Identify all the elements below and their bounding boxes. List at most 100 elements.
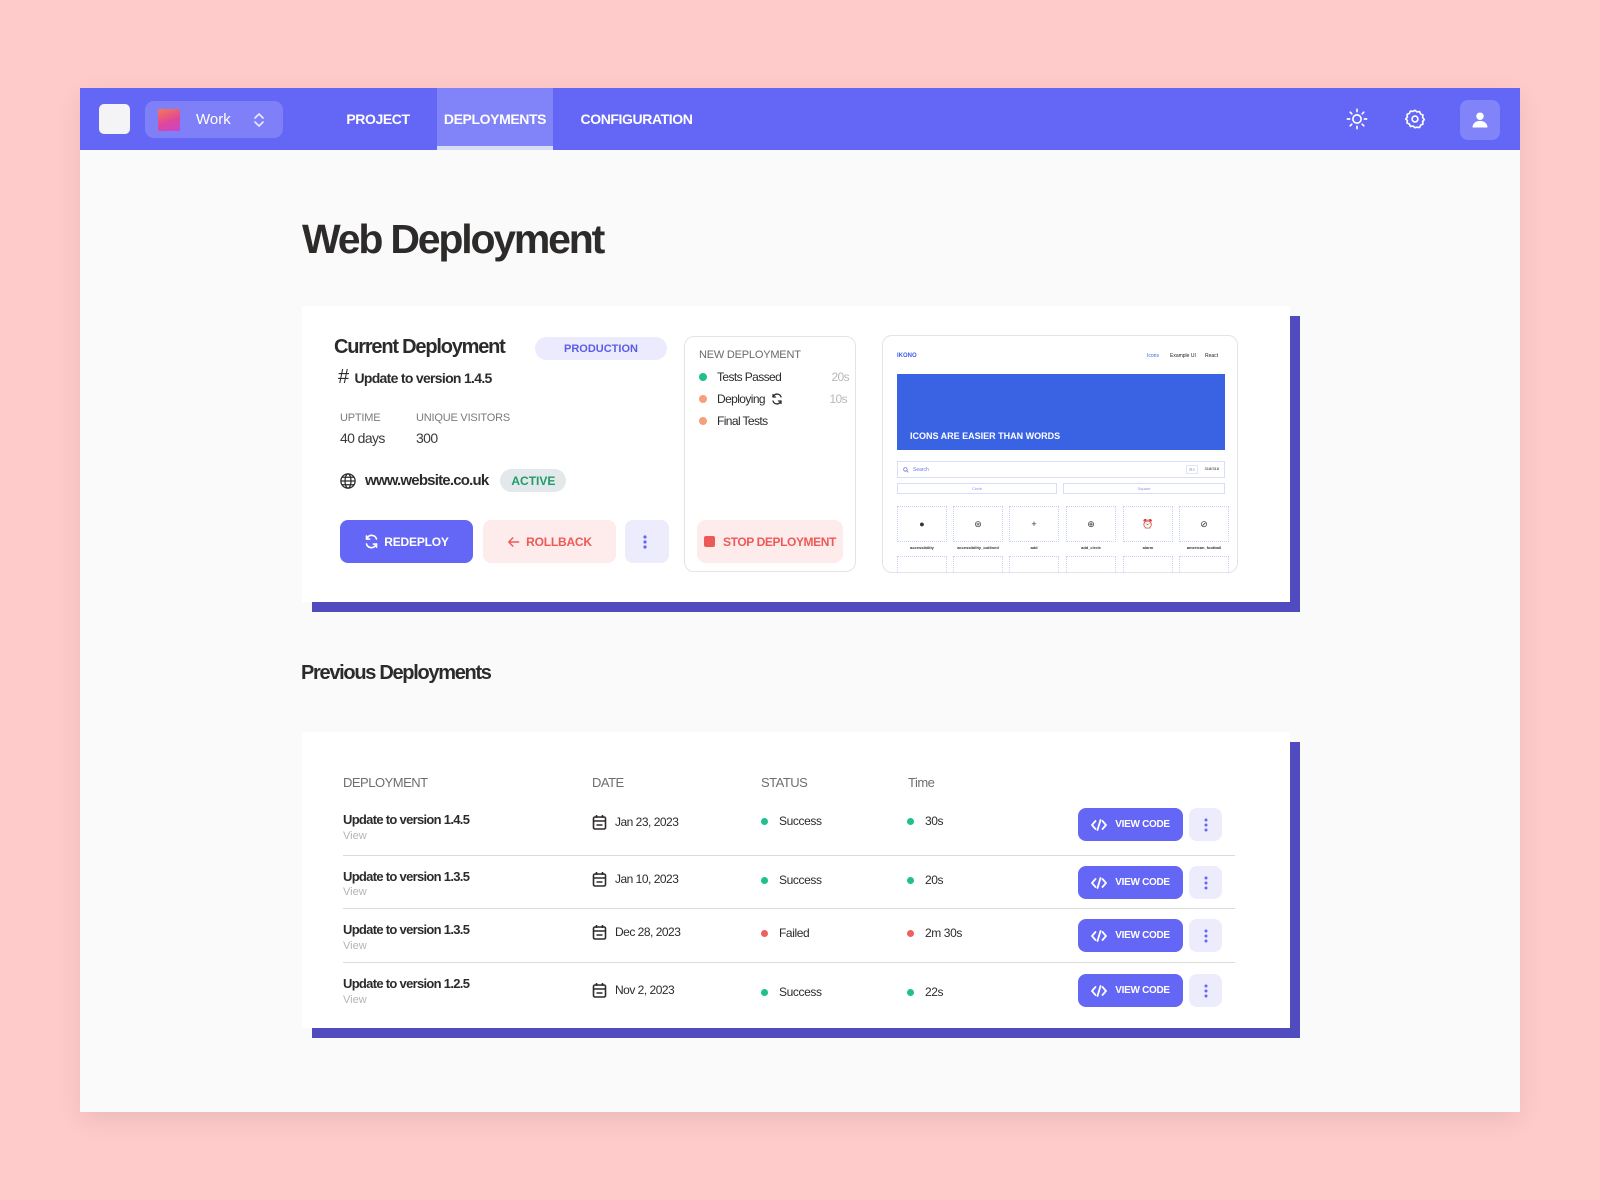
tab-configuration[interactable]: CONFIGURATION: [564, 88, 709, 150]
tab-deployments[interactable]: DEPLOYMENTS: [437, 88, 553, 150]
current-version-label: Update to version 1.4.5: [354, 369, 492, 386]
more-vertical-icon: [1204, 929, 1207, 942]
deployment-duration: 20s: [907, 873, 944, 887]
view-link[interactable]: View: [343, 940, 367, 952]
status-dot: [907, 817, 914, 825]
duration-text: 20s: [925, 873, 944, 887]
preview-count: 318/318: [1204, 466, 1219, 471]
more-vertical-icon: [1204, 818, 1207, 831]
deployment-name: Update to version 1.3.5: [343, 922, 470, 937]
row-more-button[interactable]: [1189, 974, 1222, 1007]
arrow-left-icon: [508, 536, 520, 547]
row-more-button[interactable]: [1189, 919, 1222, 952]
preview-icon-tile: [953, 556, 1003, 572]
preview-logo: IKONO: [897, 353, 917, 359]
status-dot: [907, 929, 914, 937]
preview-icon-tile: [897, 556, 947, 572]
tab-project[interactable]: PROJECT: [328, 88, 428, 150]
preview-icon-tile: ⊛: [953, 506, 1003, 542]
row-more-button[interactable]: [1189, 866, 1222, 899]
theme-toggle-button[interactable]: [1342, 104, 1372, 134]
redeploy-button[interactable]: REDEPLOY: [340, 520, 473, 563]
workspace-label: Work: [196, 111, 231, 128]
deployment-date: Nov 2, 2023: [592, 982, 675, 998]
view-code-label: VIEW CODE: [1115, 819, 1170, 830]
view-link[interactable]: View: [343, 830, 367, 842]
preview-icon-tile: ⊕: [1066, 506, 1116, 542]
calendar-icon: [592, 925, 607, 940]
search-icon: [903, 466, 909, 473]
view-code-button[interactable]: VIEW CODE: [1078, 919, 1183, 952]
redeploy-label: REDEPLOY: [384, 534, 449, 549]
deployment-name: Update to version 1.3.5: [343, 869, 470, 884]
preview-tile-label: add: [1030, 545, 1038, 550]
date-text: Dec 28, 2023: [615, 925, 681, 939]
more-vertical-icon: [1204, 876, 1207, 889]
site-row: www.website.co.uk ACTIVE: [339, 469, 567, 492]
top-navigation-bar: Work PROJECT DEPLOYMENTS CONFIGURATION: [80, 88, 1520, 150]
duration-text: 2m 30s: [925, 926, 962, 940]
calendar-icon: [592, 983, 607, 998]
preview-tile-label: add_circle: [1081, 545, 1101, 550]
deployment-name: Update to version 1.2.5: [343, 976, 470, 991]
site-url-link[interactable]: www.website.co.uk: [365, 472, 489, 489]
view-link[interactable]: View: [343, 886, 367, 898]
stop-deployment-button[interactable]: STOP DEPLOYMENT: [697, 520, 843, 563]
new-deployment-panel: NEW DEPLOYMENT Tests Passed 20s Deployin…: [684, 336, 856, 572]
status-text: Success: [779, 814, 822, 828]
preview-icon-tile: ⊘: [1179, 506, 1229, 542]
rollback-button[interactable]: ROLLBACK: [483, 520, 616, 563]
preview-search: Search ⌘K 318/318: [897, 461, 1225, 478]
preview-search-placeholder: Search: [913, 466, 929, 473]
preview-icon-tile: [1123, 556, 1173, 572]
calendar-icon: [592, 872, 607, 887]
column-header-deployment: DEPLOYMENT: [343, 775, 428, 790]
duration-text: 22s: [925, 985, 944, 999]
site-preview-thumbnail[interactable]: IKONO Icons Example UI React ICONS ARE E…: [882, 335, 1238, 573]
deployment-date: Jan 23, 2023: [592, 814, 679, 830]
step-status-dot: [699, 373, 707, 381]
row-more-button[interactable]: [1189, 808, 1222, 841]
preview-toggle: Circle: [897, 483, 1057, 494]
preview-icon-tile: +: [1009, 506, 1059, 542]
settings-button[interactable]: [1400, 104, 1430, 134]
status-dot: [761, 876, 768, 884]
page-title: Web Deployment: [302, 216, 605, 262]
user-avatar-button[interactable]: [1460, 100, 1500, 140]
view-code-label: VIEW CODE: [1115, 930, 1170, 941]
more-vertical-icon: [642, 534, 647, 549]
view-link[interactable]: View: [343, 994, 367, 1006]
table-row: Update to version 1.4.5 View Jan 23, 202…: [343, 800, 1235, 856]
preview-hero: ICONS ARE EASIER THAN WORDS: [897, 374, 1225, 450]
code-icon: [1091, 876, 1108, 889]
view-code-label: VIEW CODE: [1115, 877, 1170, 888]
workspace-switcher[interactable]: Work: [145, 101, 283, 138]
previous-deployments-table: DEPLOYMENT DATE STATUS Time Update to ve…: [302, 732, 1290, 1028]
current-version: # Update to version 1.4.5: [338, 366, 492, 389]
rollback-label: ROLLBACK: [526, 534, 592, 549]
more-vertical-icon: [1204, 984, 1207, 997]
view-code-button[interactable]: VIEW CODE: [1078, 974, 1183, 1007]
preview-icon-tile: [1009, 556, 1059, 572]
view-code-button[interactable]: VIEW CODE: [1078, 808, 1183, 841]
deployment-status: Success: [761, 814, 822, 828]
more-options-button[interactable]: [625, 520, 669, 563]
app-window: Work PROJECT DEPLOYMENTS CONFIGURATION W…: [80, 88, 1520, 1112]
deployment-date: Dec 28, 2023: [592, 924, 681, 940]
column-header-time: Time: [908, 775, 935, 790]
view-code-button[interactable]: VIEW CODE: [1078, 866, 1183, 899]
preview-toggle: Square: [1063, 483, 1225, 494]
refresh-icon: [365, 534, 378, 549]
step-label: Deploying: [717, 392, 766, 406]
deployment-status: Success: [761, 873, 822, 887]
app-logo[interactable]: [99, 104, 130, 134]
status-text: Success: [779, 985, 822, 999]
stop-icon: [704, 536, 716, 547]
duration-text: 30s: [925, 814, 944, 828]
step-deploying: Deploying 10s: [699, 392, 849, 406]
preview-icon-tile: [1179, 556, 1229, 572]
gear-icon: [1404, 109, 1426, 129]
current-deployment-title: Current Deployment: [334, 336, 506, 358]
preview-tile-label: alarm: [1142, 545, 1154, 550]
hash-icon: #: [338, 366, 349, 388]
